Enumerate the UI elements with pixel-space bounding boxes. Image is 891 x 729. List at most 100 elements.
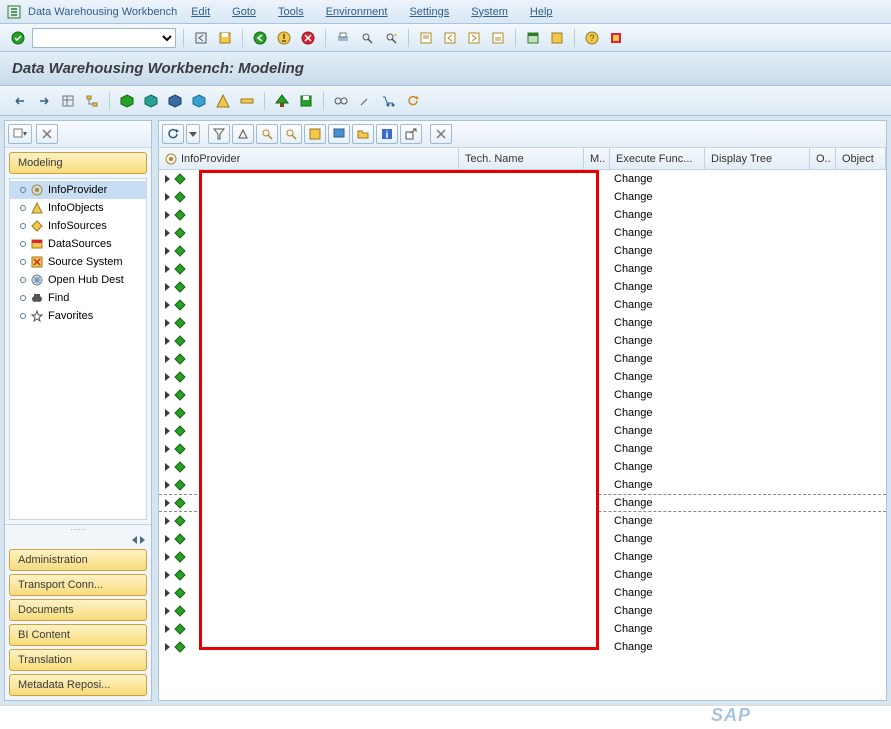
- expand-icon[interactable]: [165, 229, 170, 237]
- disk-icon[interactable]: [296, 91, 316, 111]
- ctb-popup-icon[interactable]: [400, 124, 422, 144]
- sidebar-heading[interactable]: Modeling: [9, 152, 147, 174]
- col-o[interactable]: O..: [810, 148, 836, 169]
- link-icon[interactable]: [331, 91, 351, 111]
- ctb-close-icon[interactable]: [430, 124, 452, 144]
- sidebar-bottom-documents[interactable]: Documents: [9, 599, 147, 621]
- expand-icon[interactable]: [165, 301, 170, 309]
- tree-icon[interactable]: [82, 91, 102, 111]
- print-icon[interactable]: [333, 28, 353, 48]
- sidebar-scroll-right-icon[interactable]: [140, 536, 145, 544]
- menu-settings[interactable]: Settings: [401, 3, 457, 21]
- expand-icon[interactable]: [165, 193, 170, 201]
- sidebar-close-icon[interactable]: [36, 124, 58, 144]
- sidebar-item-infoobjects[interactable]: InfoObjects: [10, 199, 146, 217]
- col-infoprovider[interactable]: InfoProvider: [159, 148, 459, 169]
- expand-icon[interactable]: [165, 355, 170, 363]
- expand-icon[interactable]: [165, 337, 170, 345]
- nav-back-icon[interactable]: [10, 91, 30, 111]
- expand-icon[interactable]: [165, 553, 170, 561]
- table-icon[interactable]: [58, 91, 78, 111]
- expand-icon[interactable]: [165, 607, 170, 615]
- new-session-icon[interactable]: [523, 28, 543, 48]
- sidebar-dropdown-icon[interactable]: [8, 124, 32, 144]
- expand-icon[interactable]: [165, 391, 170, 399]
- expand-icon[interactable]: [165, 535, 170, 543]
- refresh-icon[interactable]: [403, 91, 423, 111]
- expand-icon[interactable]: [165, 265, 170, 273]
- next-page-icon[interactable]: [464, 28, 484, 48]
- expand-icon[interactable]: [165, 211, 170, 219]
- sidebar-bottom-administration[interactable]: Administration: [9, 549, 147, 571]
- cube-green-icon[interactable]: [117, 91, 137, 111]
- find-icon[interactable]: [357, 28, 377, 48]
- command-field[interactable]: [32, 28, 176, 48]
- hlp-icon[interactable]: ?: [582, 28, 602, 48]
- ctb-dd-icon[interactable]: [186, 124, 200, 144]
- expand-icon[interactable]: [165, 445, 170, 453]
- sidebar-item-favorites[interactable]: Favorites: [10, 307, 146, 325]
- menu-system[interactable]: System: [463, 3, 516, 21]
- col-m[interactable]: M..: [584, 148, 610, 169]
- sidebar-bottom-transport-conn-[interactable]: Transport Conn...: [9, 574, 147, 596]
- col-techname[interactable]: Tech. Name: [459, 148, 584, 169]
- ctb-select-icon[interactable]: [304, 124, 326, 144]
- wrench-icon[interactable]: [355, 91, 375, 111]
- cancel-icon[interactable]: [298, 28, 318, 48]
- nav-fwd-icon[interactable]: [34, 91, 54, 111]
- ctb-refresh-icon[interactable]: [162, 124, 184, 144]
- col-object[interactable]: Object: [836, 148, 886, 169]
- menu-command-icon[interactable]: [6, 4, 22, 20]
- expand-icon[interactable]: [165, 373, 170, 381]
- ctb-find-icon[interactable]: [256, 124, 278, 144]
- expand-icon[interactable]: [165, 283, 170, 291]
- col-exec[interactable]: Execute Func...: [610, 148, 705, 169]
- ctb-info-icon[interactable]: i: [376, 124, 398, 144]
- cube-blue-icon[interactable]: [165, 91, 185, 111]
- expand-icon[interactable]: [165, 463, 170, 471]
- expand-icon[interactable]: [165, 319, 170, 327]
- ctb-sort-icon[interactable]: [232, 124, 254, 144]
- sidebar-resize-handle[interactable]: ⋯⋯: [5, 524, 151, 534]
- warn-triangle-icon[interactable]: [213, 91, 233, 111]
- layout-icon[interactable]: [606, 28, 626, 48]
- expand-icon[interactable]: [165, 643, 170, 651]
- cube-teal-icon[interactable]: [141, 91, 161, 111]
- sidebar-scroll-left-icon[interactable]: [132, 536, 137, 544]
- menu-tools[interactable]: Tools: [270, 3, 312, 21]
- back-sq-icon[interactable]: [191, 28, 211, 48]
- sidebar-item-datasources[interactable]: DataSources: [10, 235, 146, 253]
- expand-icon[interactable]: [165, 427, 170, 435]
- prev-page-icon[interactable]: [440, 28, 460, 48]
- sidebar-bottom-translation[interactable]: Translation: [9, 649, 147, 671]
- enter-icon[interactable]: [8, 28, 28, 48]
- grid-body[interactable]: ChangeChangeChangeChangeChangeChangeChan…: [159, 170, 886, 700]
- exit-icon[interactable]: [274, 28, 294, 48]
- sidebar-item-source-system[interactable]: Source System: [10, 253, 146, 271]
- sidebar-bottom-bi-content[interactable]: BI Content: [9, 624, 147, 646]
- expand-icon[interactable]: [165, 589, 170, 597]
- tree-green-icon[interactable]: [272, 91, 292, 111]
- expand-icon[interactable]: [165, 247, 170, 255]
- col-disptree[interactable]: Display Tree: [705, 148, 810, 169]
- ctb-screen-icon[interactable]: [328, 124, 350, 144]
- sidebar-item-open-hub-dest[interactable]: Open Hub Dest: [10, 271, 146, 289]
- expand-icon[interactable]: [165, 409, 170, 417]
- expand-icon[interactable]: [165, 517, 170, 525]
- menu-environment[interactable]: Environment: [318, 3, 396, 21]
- sidebar-item-infosources[interactable]: InfoSources: [10, 217, 146, 235]
- cart-icon[interactable]: [379, 91, 399, 111]
- ctb-folder-icon[interactable]: [352, 124, 374, 144]
- back-icon[interactable]: [250, 28, 270, 48]
- find-next-icon[interactable]: [381, 28, 401, 48]
- expand-icon[interactable]: [165, 175, 170, 183]
- menu-help[interactable]: Help: [522, 3, 561, 21]
- menu-goto[interactable]: Goto: [224, 3, 264, 21]
- sidebar-item-find[interactable]: Find: [10, 289, 146, 307]
- expand-icon[interactable]: [165, 481, 170, 489]
- shortcut-icon[interactable]: [547, 28, 567, 48]
- first-page-icon[interactable]: [416, 28, 436, 48]
- ctb-filter-icon[interactable]: [208, 124, 230, 144]
- save-icon[interactable]: [215, 28, 235, 48]
- sidebar-bottom-metadata-reposi-[interactable]: Metadata Reposi...: [9, 674, 147, 696]
